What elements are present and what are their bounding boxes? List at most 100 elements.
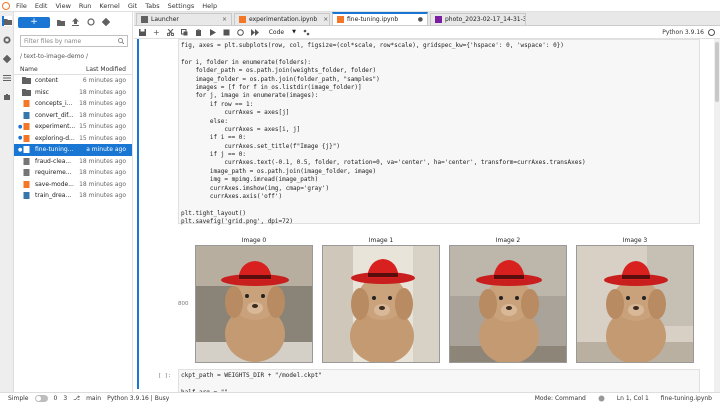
copy-icon[interactable] (180, 28, 188, 36)
close-icon[interactable]: × (317, 16, 328, 23)
file-modified: 18 minutes ago (79, 157, 126, 165)
dog-image-2 (449, 245, 567, 363)
chevron-down-icon[interactable]: ▼ (292, 29, 296, 35)
modified-column-header[interactable]: Last Modified (86, 66, 126, 73)
name-column-header[interactable]: Name (20, 66, 38, 73)
active-cell-indicator (137, 39, 139, 389)
code-line: if i == 0: (181, 134, 247, 142)
file-row[interactable]: concepts_i... 18 minutes ago (14, 98, 132, 110)
menu-run[interactable]: Run (75, 0, 95, 12)
file-filter-input[interactable]: Filter files by name (20, 35, 128, 47)
git-icon[interactable] (2, 54, 12, 64)
code-line: plt.savefig('grid.png', dpi=72) (181, 218, 293, 226)
unsaved-dot-icon[interactable]: ● (412, 16, 423, 23)
stop-icon[interactable] (223, 29, 230, 36)
file-name: fraud-clea... (35, 157, 72, 165)
notebook-icon (23, 134, 30, 142)
menu-tabs[interactable]: Tabs (141, 0, 163, 12)
terminal-count[interactable]: 0 (54, 395, 58, 402)
code-line: img = mpimg.imread(image_path) (181, 176, 319, 184)
code-line: for i, folder in enumerate(folders): (181, 58, 312, 66)
file-row[interactable]: save-mode... 18 minutes ago (14, 179, 132, 191)
restart-icon[interactable] (236, 28, 244, 36)
python-icon (23, 192, 30, 200)
file-modified: 18 minutes ago (79, 88, 126, 96)
simple-mode-toggle[interactable] (34, 395, 48, 402)
file-row[interactable]: misc 18 minutes ago (14, 87, 132, 99)
close-icon[interactable]: × (216, 16, 227, 23)
code-line: folder_path = os.path.join(weights_folde… (181, 67, 377, 75)
extension-icon[interactable] (2, 92, 12, 102)
git-clone-icon[interactable] (101, 18, 110, 27)
file-modified: 6 minutes ago (82, 77, 126, 85)
kernel-busy-icon (708, 28, 715, 36)
notebook-icon (23, 100, 30, 108)
menu-git[interactable]: Git (124, 0, 141, 12)
notebook-icon (23, 123, 30, 131)
kernel-status[interactable]: Python 3.9.16 | Busy (107, 395, 169, 402)
refresh-icon[interactable] (86, 18, 95, 27)
cut-icon[interactable] (166, 28, 174, 36)
dog-image-3 (576, 245, 694, 363)
git-diff-icon[interactable] (303, 29, 310, 36)
new-launcher-button[interactable]: + (18, 16, 50, 28)
simple-mode-label: Simple (8, 395, 29, 402)
file-row[interactable]: content 6 minutes ago (14, 75, 132, 87)
code-line: currAxes.text(-0.1, 0.5, folder, rotatio… (181, 159, 586, 167)
file-name: content (35, 77, 58, 85)
tab-photo[interactable]: photo_2023-02-17_14-31-30 × (430, 13, 526, 25)
next-code-cell-editor[interactable]: ckpt_path = WEIGHTS_DIR + "/model.ckpt"h… (178, 369, 700, 392)
python-icon (23, 111, 30, 119)
file-row[interactable]: train_drea... 18 minutes ago (14, 190, 132, 202)
code-line: image_folder = os.path.join(folder_path,… (181, 75, 380, 83)
cell-type-select[interactable]: Code (266, 28, 295, 37)
code-line: plt.tight_layout() (181, 209, 247, 217)
file-row[interactable]: ● exploring-d... 15 minutes ago (14, 133, 132, 145)
folder-icon (22, 77, 31, 85)
file-browser: + Filter files by name / text-to-image-d… (14, 12, 133, 392)
git-branch[interactable]: main (86, 395, 101, 402)
running-icon[interactable] (2, 35, 12, 45)
tab-bar: Launcher × experimentation.ipynb × fine-… (134, 12, 720, 26)
run-icon[interactable] (209, 28, 216, 36)
notebook-mode: Mode: Command (534, 395, 586, 402)
menu-view[interactable]: View (51, 0, 74, 12)
scrollbar-thumb[interactable] (715, 42, 719, 102)
tab-fine-tuning[interactable]: fine-tuning.ipynb ● (332, 12, 428, 25)
toc-icon[interactable] (2, 73, 12, 83)
file-row[interactable]: convert_dif... 18 minutes ago (14, 110, 132, 122)
menu-settings[interactable]: Settings (164, 0, 199, 12)
file-modified: 18 minutes ago (79, 192, 126, 200)
new-folder-icon[interactable] (56, 18, 65, 27)
paste-icon[interactable] (195, 28, 202, 36)
folder-icon[interactable] (1, 16, 12, 26)
kernel-count[interactable]: 3 (63, 395, 67, 402)
code-line: currAxes.set_title(f"Image {j}") (181, 142, 340, 150)
menu-kernel[interactable]: Kernel (95, 0, 123, 12)
file-list-header: Name Last Modified (14, 65, 132, 75)
menu-edit[interactable]: Edit (31, 0, 52, 12)
menu-help[interactable]: Help (198, 0, 221, 12)
file-row[interactable]: requireme... 18 minutes ago (14, 167, 132, 179)
image-title-3: Image 3 (622, 237, 648, 244)
file-row[interactable]: fraud-clea... 18 minutes ago (14, 156, 132, 168)
file-row[interactable]: ● experiment... 15 minutes ago (14, 121, 132, 133)
add-cell-icon[interactable]: + (153, 28, 160, 37)
code-line: if j == 0: (181, 151, 247, 159)
fast-forward-icon[interactable] (250, 28, 259, 36)
save-icon[interactable] (139, 28, 146, 36)
menu-file[interactable]: File (12, 0, 31, 12)
file-name: misc (35, 88, 49, 96)
upload-icon[interactable] (71, 18, 80, 27)
code-cell-editor[interactable]: fig, axes = plt.subplots(row, col, figsi… (178, 39, 700, 226)
tab-experimentation[interactable]: experimentation.ipynb × (234, 13, 330, 25)
kernel-indicator[interactable]: Python 3.9.16 (662, 28, 715, 36)
file-row[interactable]: ● fine-tuning... a minute ago (14, 144, 132, 156)
tab-launcher[interactable]: Launcher × (136, 13, 232, 25)
cursor-position[interactable]: Ln 1, Col 1 (617, 395, 649, 402)
cell-prompt: [ ]: (158, 373, 172, 379)
breadcrumb[interactable]: / text-to-image-demo / (20, 53, 132, 61)
notebook-icon (23, 146, 30, 154)
